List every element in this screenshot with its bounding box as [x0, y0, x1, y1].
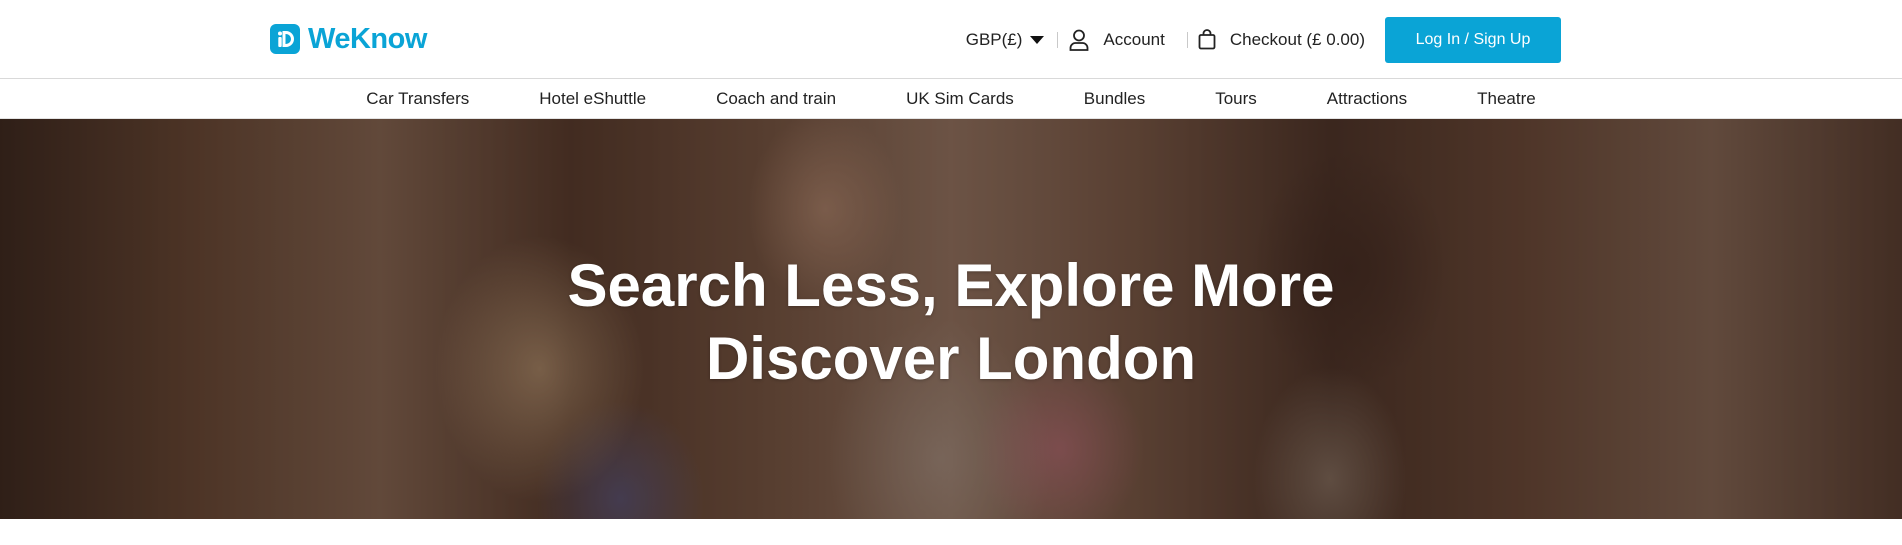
- nav-item-tours[interactable]: Tours: [1215, 89, 1257, 109]
- caret-down-icon: [1030, 35, 1045, 44]
- divider: [1186, 31, 1188, 48]
- checkout-label: Checkout (£ 0.00): [1229, 29, 1365, 49]
- nav-item-coach-and-train[interactable]: Coach and train: [716, 89, 836, 109]
- nav-item-theatre[interactable]: Theatre: [1477, 89, 1536, 109]
- nav-item-car-transfers[interactable]: Car Transfers: [366, 89, 469, 109]
- shopping-bag-icon: [1198, 29, 1216, 50]
- login-signup-button[interactable]: Log In / Sign Up: [1385, 16, 1561, 63]
- nav-item-bundles[interactable]: Bundles: [1084, 89, 1145, 109]
- nav-item-attractions[interactable]: Attractions: [1327, 89, 1407, 109]
- nav-item-uk-sim-cards[interactable]: UK Sim Cards: [906, 89, 1014, 109]
- top-header: WeKnow GBP(£) Account Checkout (£ 0.00) …: [0, 0, 1902, 79]
- user-icon: [1070, 29, 1089, 51]
- account-link[interactable]: Account: [1069, 29, 1165, 51]
- main-nav: Car Transfers Hotel eShuttle Coach and t…: [0, 79, 1902, 119]
- hero-banner: Search Less, Explore More Discover Londo…: [0, 119, 1902, 519]
- brand-logo[interactable]: WeKnow: [270, 22, 427, 55]
- hero-heading-line-2: Discover London: [705, 325, 1197, 392]
- brand-name: WeKnow: [308, 22, 427, 55]
- currency-label: GBP(£): [965, 29, 1023, 49]
- account-label: Account: [1103, 29, 1165, 49]
- hero-heading: Search Less, Explore More Discover Londo…: [0, 249, 1902, 395]
- hero-heading-line-1: Search Less, Explore More: [567, 252, 1335, 319]
- info-logo-icon: [270, 24, 300, 54]
- divider: [1057, 31, 1059, 48]
- currency-selector[interactable]: GBP(£): [966, 30, 1045, 50]
- checkout-link[interactable]: Checkout (£ 0.00): [1198, 29, 1365, 50]
- header-utilities: GBP(£) Account Checkout (£ 0.00) Log In …: [966, 0, 1902, 79]
- nav-item-hotel-eshuttle[interactable]: Hotel eShuttle: [539, 89, 646, 109]
